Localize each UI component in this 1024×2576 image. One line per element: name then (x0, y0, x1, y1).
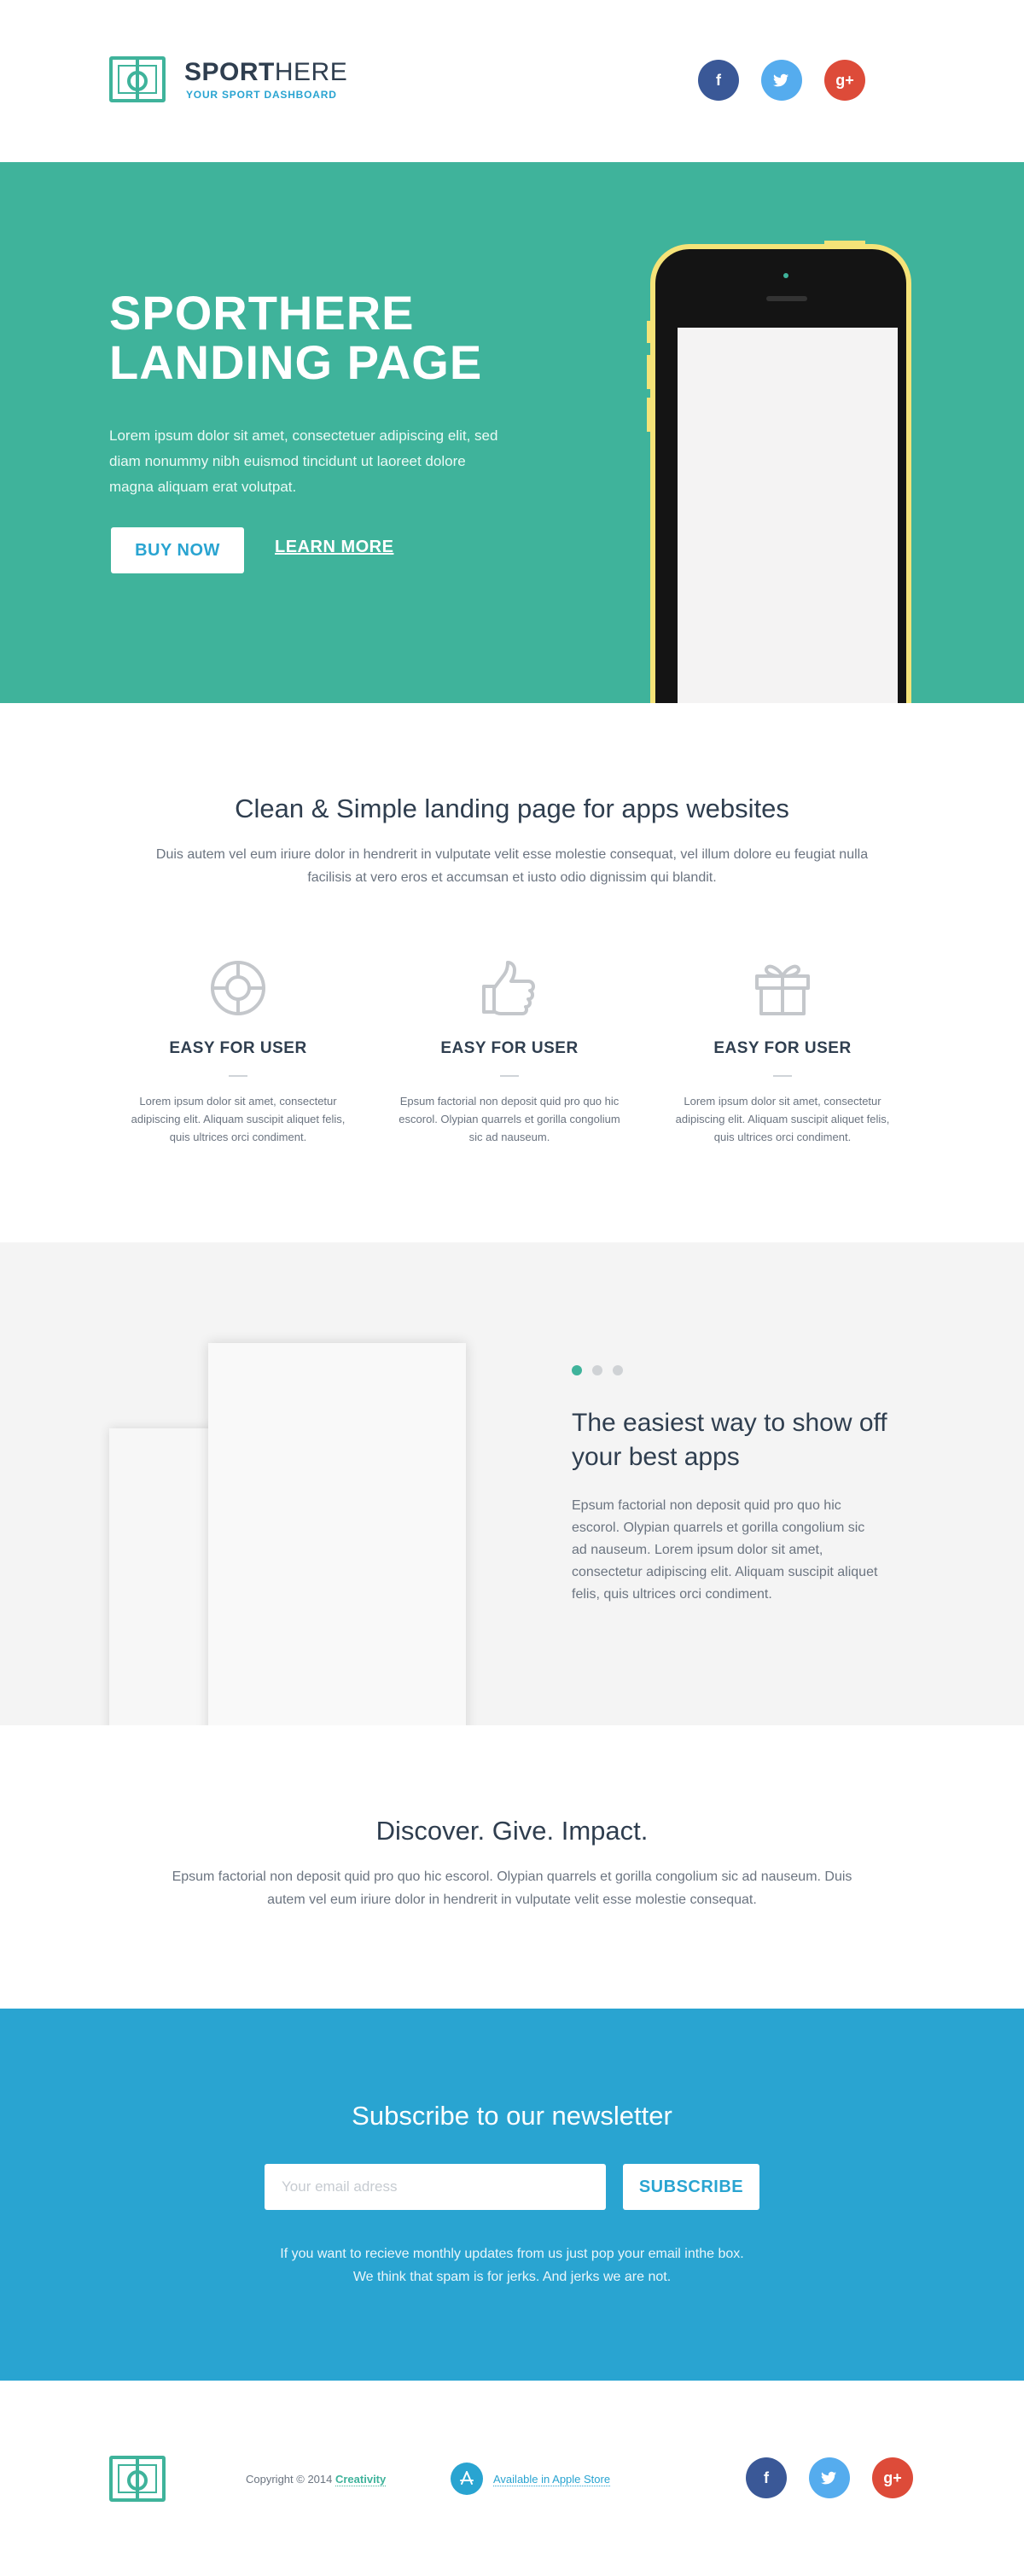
logo-icon[interactable] (109, 56, 166, 102)
header: SPORTHERE YOUR SPORT DASHBOARD f g+ (0, 0, 1024, 162)
showcase-section: The easiest way to show off your best ap… (0, 1242, 1024, 1725)
showcase-text: Epsum factorial non deposit quid pro quo… (572, 1498, 878, 1602)
feature-item: EASY FOR USER Lorem ipsum dolor sit amet… (123, 957, 353, 1146)
slider-dot[interactable] (592, 1365, 602, 1375)
phone-volume-up (647, 355, 652, 389)
footer: Copyright © 2014 Creativity Available in… (0, 2381, 1024, 2576)
feature-title: EASY FOR USER (169, 1039, 307, 1057)
slider-dot-active[interactable] (572, 1365, 582, 1375)
phone-mockup (650, 244, 911, 703)
app-store-icon[interactable] (451, 2463, 483, 2495)
brand-name-bold: SPORT (184, 58, 275, 86)
brand-tagline: YOUR SPORT DASHBOARD (186, 89, 337, 101)
hero-title-line-2: LANDING PAGE (109, 335, 483, 389)
newsletter-note-line-1: If you want to recieve monthly updates f… (280, 2247, 744, 2261)
hero-title-line-1: SPORTHERE (109, 286, 415, 340)
phone-screen (678, 328, 898, 703)
google-plus-icon[interactable]: g+ (872, 2457, 913, 2498)
twitter-bird-icon (821, 2471, 836, 2485)
feature-title: EASY FOR USER (713, 1039, 852, 1057)
phone-side-button (647, 321, 652, 343)
hero-title: SPORTHERE LANDING PAGE (109, 288, 553, 387)
facebook-icon[interactable]: f (746, 2457, 787, 2498)
feature-item: EASY FOR USER Lorem ipsum dolor sit amet… (667, 957, 898, 1146)
feature-text: Lorem ipsum dolor sit amet, consectetur … (675, 1095, 890, 1143)
newsletter-note: If you want to recieve monthly updates f… (0, 2242, 1024, 2288)
phone-body (655, 249, 906, 703)
feature-divider (229, 1075, 247, 1077)
copyright-text: Copyright © 2014 Creativity (246, 2473, 387, 2486)
thumbs-up-icon (479, 957, 540, 1019)
apple-store-link[interactable]: Available in Apple Store (493, 2473, 611, 2486)
twitter-icon[interactable] (809, 2457, 850, 2498)
showcase-title: The easiest way to show off your best ap… (572, 1409, 887, 1471)
twitter-icon[interactable] (761, 60, 802, 101)
brand-name-light: HERE (274, 58, 348, 86)
feature-item: EASY FOR USER Epsum factorial non deposi… (394, 957, 625, 1146)
hero-section: SPORTHERE LANDING PAGE Lorem ipsum dolor… (0, 162, 1024, 703)
phone-speaker (766, 296, 807, 301)
slider-dot[interactable] (613, 1365, 623, 1375)
twitter-bird-icon (773, 73, 788, 87)
email-input[interactable] (265, 2164, 606, 2210)
google-plus-icon[interactable]: g+ (824, 60, 865, 101)
hero-description: Lorem ipsum dolor sit amet, consectetuer… (109, 427, 498, 495)
newsletter-title: Subscribe to our newsletter (352, 2101, 672, 2131)
buy-now-button[interactable]: BUY NOW (111, 527, 244, 573)
gift-icon (752, 957, 813, 1019)
app-preview-front (208, 1343, 466, 1725)
logo-center-circle (127, 71, 148, 91)
feature-title: EASY FOR USER (440, 1039, 579, 1057)
footer-logo-icon[interactable] (109, 2456, 166, 2502)
newsletter-note-line-2: We think that spam is for jerks. And jer… (352, 2270, 672, 2284)
discover-text: Epsum factorial non deposit quid pro quo… (172, 1869, 852, 1907)
features-title: Clean & Simple landing page for apps web… (235, 794, 789, 823)
features-section: Clean & Simple landing page for apps web… (0, 703, 1024, 1242)
lifebuoy-icon (207, 957, 269, 1019)
copyright-prefix: Copyright © 2014 (246, 2473, 333, 2486)
feature-text: Epsum factorial non deposit quid pro quo… (399, 1095, 620, 1143)
phone-camera (783, 273, 788, 278)
facebook-icon[interactable]: f (698, 60, 739, 101)
phone-power-button (824, 241, 865, 246)
phone-volume-down (647, 398, 652, 432)
feature-text: Lorem ipsum dolor sit amet, consectetur … (131, 1095, 346, 1143)
features-description: Duis autem vel eum iriure dolor in hendr… (155, 847, 869, 885)
logo-center-circle (127, 2470, 148, 2491)
brand-name[interactable]: SPORTHERE (184, 58, 347, 87)
landing-page: SPORTHERE YOUR SPORT DASHBOARD f g+ SPOR… (0, 0, 1024, 2576)
discover-title: Discover. Give. Impact. (375, 1816, 649, 1846)
feature-divider (500, 1075, 519, 1077)
newsletter-section: Subscribe to our newsletter SUBSCRIBE If… (0, 2009, 1024, 2381)
discover-section: Discover. Give. Impact. Epsum factorial … (0, 1725, 1024, 2009)
learn-more-link[interactable]: LEARN MORE (275, 538, 393, 557)
creativity-link[interactable]: Creativity (335, 2473, 387, 2486)
feature-divider (773, 1075, 792, 1077)
subscribe-button[interactable]: SUBSCRIBE (623, 2164, 759, 2210)
